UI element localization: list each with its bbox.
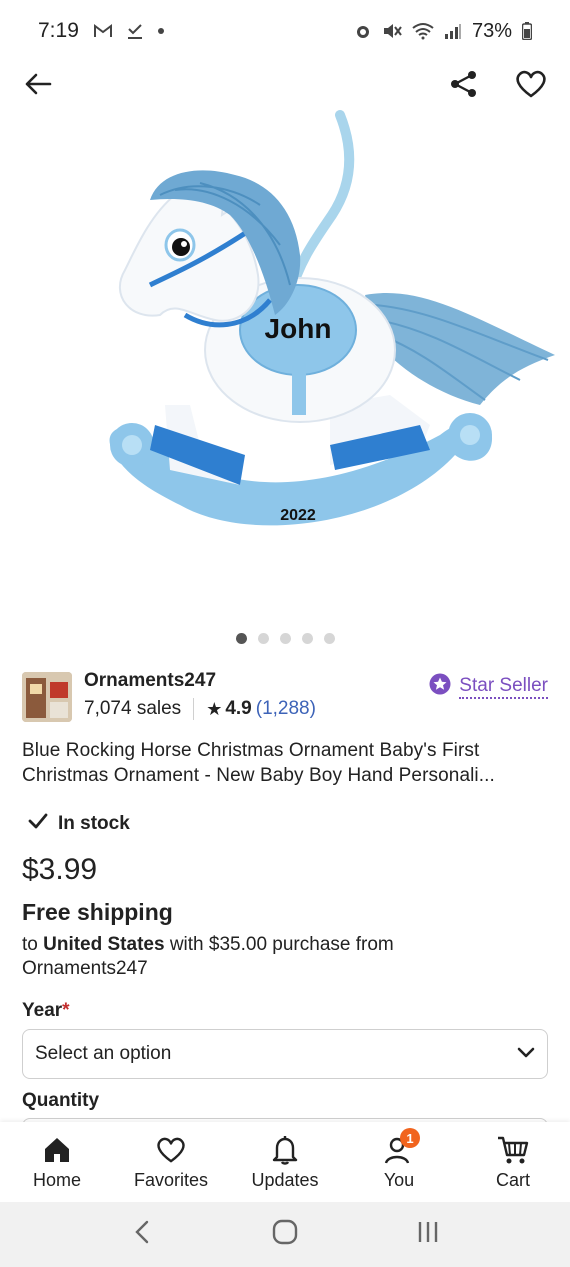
shipping-shop: Ornaments247	[22, 958, 148, 979]
back-chevron-icon	[134, 1220, 149, 1249]
star-seller-icon	[429, 673, 451, 701]
listing-title-line: Blue Rocking Horse Christmas Ornament Ba…	[22, 740, 480, 761]
shipping-description: to United States with $35.00 purchase fr…	[22, 933, 542, 981]
favorite-button[interactable]	[511, 66, 551, 106]
required-mark: *	[62, 1000, 70, 1021]
nav-favorites-label: Favorites	[133, 1170, 209, 1190]
listing-title-line: Christmas Ornament - New Baby Boy Hand P…	[22, 765, 495, 786]
shop-avatar[interactable]	[22, 672, 72, 722]
nav-cart-label: Cart	[495, 1170, 530, 1190]
chevron-down-icon	[517, 1043, 535, 1065]
cart-icon	[497, 1134, 529, 1166]
star-icon: ★	[206, 698, 223, 719]
dot-icon	[157, 27, 165, 35]
nav-cart[interactable]: Cart	[456, 1122, 570, 1202]
system-back-button[interactable]	[122, 1215, 162, 1255]
arrow-left-icon	[24, 72, 52, 101]
back-button[interactable]	[18, 66, 58, 106]
year-select[interactable]: Select an option	[22, 1029, 548, 1079]
shipping-title: Free shipping	[22, 899, 173, 925]
system-recents-button[interactable]	[408, 1215, 448, 1255]
gmail-icon	[93, 23, 113, 39]
stock-status: In stock	[28, 813, 130, 835]
star-seller-label[interactable]: Star Seller	[459, 675, 548, 699]
heart-icon	[156, 1134, 186, 1166]
battery-level: 73%	[471, 19, 512, 42]
shop-rating: 4.9	[225, 698, 252, 719]
bottom-nav: Home Favorites Updates 1 You Cart	[0, 1122, 570, 1202]
heart-outline-icon	[515, 69, 547, 104]
listing-title: Blue Rocking Horse Christmas Ornament Ba…	[22, 738, 552, 788]
person-icon: 1	[384, 1128, 420, 1166]
carousel-dot[interactable]	[301, 633, 313, 644]
year-label: Year*	[22, 1000, 70, 1022]
wifi-icon	[412, 22, 434, 40]
product-image[interactable]: John 2022	[0, 105, 570, 615]
quantity-label: Quantity	[22, 1090, 100, 1111]
star-seller-badge[interactable]: Star Seller	[429, 673, 548, 701]
system-nav-bar	[0, 1202, 570, 1267]
shipping-to: to	[22, 934, 44, 955]
mute-icon	[382, 22, 402, 40]
nav-home[interactable]: Home	[0, 1122, 114, 1202]
nav-you[interactable]: 1 You	[342, 1122, 456, 1202]
status-time: 7:19	[38, 19, 79, 42]
share-icon	[449, 69, 479, 104]
ornament-year-text: 2022	[280, 507, 316, 524]
carousel-dot[interactable]	[279, 633, 291, 644]
nav-home-label: Home	[32, 1170, 81, 1190]
stock-label: In stock	[58, 813, 130, 834]
carousel-dot[interactable]	[323, 633, 335, 644]
nav-favorites[interactable]: Favorites	[114, 1122, 228, 1202]
nav-updates-label: Updates	[251, 1170, 319, 1190]
year-select-value: Select an option	[35, 1043, 172, 1064]
nav-you-label: You	[383, 1170, 415, 1190]
bell-icon	[271, 1134, 299, 1166]
signal-icon	[444, 23, 462, 39]
shipping-country[interactable]: United States	[43, 934, 164, 955]
shipping-rest: with $35.00 purchase from	[164, 934, 394, 955]
shop-row[interactable]: Ornaments247 7,074 sales ★ 4.9 (1,288) S…	[22, 670, 548, 722]
shop-name[interactable]: Ornaments247	[84, 670, 216, 692]
top-nav	[0, 62, 570, 110]
carousel-dot[interactable]	[235, 633, 247, 644]
shop-review-count[interactable]: (1,288)	[256, 698, 316, 720]
recents-icon	[416, 1220, 440, 1249]
nav-updates[interactable]: Updates	[228, 1122, 342, 1202]
status-bar: 7:19 73%	[0, 0, 570, 62]
carousel-dots	[0, 633, 570, 644]
download-done-icon	[127, 22, 143, 40]
ornament-name-text: John	[265, 313, 332, 344]
share-button[interactable]	[444, 66, 484, 106]
home-icon	[42, 1134, 72, 1166]
notification-badge: 1	[400, 1128, 420, 1148]
alarm-icon	[354, 22, 372, 40]
checkmark-icon	[28, 813, 48, 835]
price: $3.99	[22, 853, 98, 886]
shop-sales: 7,074 sales	[84, 698, 182, 719]
battery-icon	[522, 22, 532, 40]
year-label-text: Year	[22, 1000, 63, 1021]
carousel-dot[interactable]	[257, 633, 269, 644]
system-home-button[interactable]	[265, 1215, 305, 1255]
meta-divider	[193, 698, 195, 720]
shop-meta: 7,074 sales ★ 4.9 (1,288)	[84, 698, 316, 720]
home-circle-icon	[272, 1219, 298, 1250]
